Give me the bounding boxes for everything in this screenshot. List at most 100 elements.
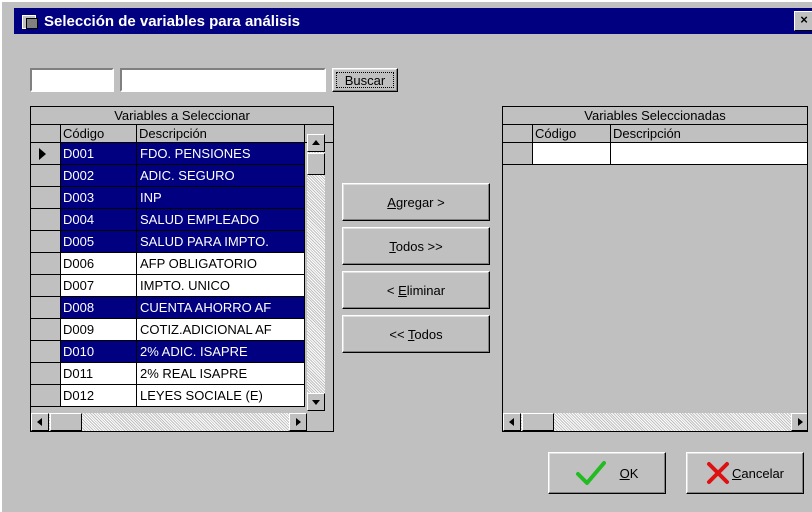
table-row[interactable]: D012 LEYES SOCIALE (E): [31, 385, 305, 407]
table-row[interactable]: D002 ADIC. SEGURO: [31, 165, 305, 187]
cancel-x-icon: [706, 462, 729, 484]
code-cell[interactable]: D001: [61, 143, 137, 165]
row-selector[interactable]: [503, 143, 533, 165]
row-selector[interactable]: [31, 165, 61, 187]
code-cell[interactable]: D011: [61, 363, 137, 385]
row-selector[interactable]: [31, 297, 61, 319]
search-code-input[interactable]: [30, 68, 114, 92]
row-selector[interactable]: [31, 187, 61, 209]
add-button[interactable]: Agregar >: [342, 183, 490, 221]
code-cell[interactable]: D009: [61, 319, 137, 341]
column-header-description[interactable]: Descripción: [137, 125, 305, 142]
scroll-thumb[interactable]: [307, 153, 325, 175]
window-title: Selección de variables para análisis: [44, 12, 300, 30]
app-icon: [22, 13, 38, 29]
row-selector[interactable]: [31, 363, 61, 385]
description-cell[interactable]: AFP OBLIGATORIO: [137, 253, 305, 275]
vertical-scrollbar[interactable]: [307, 134, 325, 411]
add-all-button[interactable]: Todos >>: [342, 227, 490, 265]
description-cell[interactable]: IMPTO. UNICO: [137, 275, 305, 297]
row-selector[interactable]: [31, 253, 61, 275]
scroll-corner: [307, 413, 333, 431]
description-cell[interactable]: SALUD EMPLEADO: [137, 209, 305, 231]
table-row[interactable]: D001 FDO. PENSIONES: [31, 143, 305, 165]
description-cell[interactable]: 2% ADIC. ISAPRE: [137, 341, 305, 363]
selected-header-row: Código Descripción: [503, 125, 807, 143]
code-cell[interactable]: D007: [61, 275, 137, 297]
code-cell[interactable]: D010: [61, 341, 137, 363]
description-cell[interactable]: 2% REAL ISAPRE: [137, 363, 305, 385]
table-row[interactable]: D004 SALUD EMPLEADO: [31, 209, 305, 231]
scroll-right-button[interactable]: [791, 413, 807, 431]
checkmark-icon: [575, 461, 606, 485]
code-cell[interactable]: D006: [61, 253, 137, 275]
code-cell[interactable]: D005: [61, 231, 137, 253]
ok-button-label: OK: [619, 465, 639, 481]
add-all-button-label: Todos >>: [389, 238, 443, 254]
description-cell[interactable]: CUENTA AHORRO AF: [137, 297, 305, 319]
hscroll-thumb[interactable]: [522, 413, 554, 431]
table-row[interactable]: D003 INP: [31, 187, 305, 209]
scroll-up-button[interactable]: [307, 134, 325, 152]
table-row[interactable]: D007 IMPTO. UNICO: [31, 275, 305, 297]
table-row[interactable]: D010 2% ADIC. ISAPRE: [31, 341, 305, 363]
search-description-input[interactable]: [120, 68, 326, 92]
cancel-button[interactable]: Cancelar: [686, 452, 804, 494]
code-cell[interactable]: D002: [61, 165, 137, 187]
description-cell[interactable]: ADIC. SEGURO: [137, 165, 305, 187]
table-row[interactable]: D008 CUENTA AHORRO AF: [31, 297, 305, 319]
dialog-window: Selección de variables para análisis × B…: [0, 0, 812, 512]
hscroll-thumb[interactable]: [50, 413, 82, 431]
available-rows: D001 FDO. PENSIONES D002 ADIC. SEGURO D003 IN…: [31, 143, 305, 411]
search-button-label: Buscar: [344, 72, 386, 88]
horizontal-scrollbar[interactable]: [31, 413, 307, 431]
empty-code-cell[interactable]: [533, 143, 611, 165]
row-selector-header: [503, 125, 533, 142]
row-selector[interactable]: [31, 143, 61, 165]
row-selector[interactable]: [31, 385, 61, 407]
table-row[interactable]: [503, 143, 807, 165]
empty-description-cell[interactable]: [611, 143, 807, 165]
column-header-code[interactable]: Código: [533, 125, 611, 142]
row-selector[interactable]: [31, 231, 61, 253]
row-selector[interactable]: [31, 209, 61, 231]
code-cell[interactable]: D003: [61, 187, 137, 209]
horizontal-scrollbar[interactable]: [503, 413, 807, 431]
scroll-left-button[interactable]: [31, 413, 49, 431]
table-row[interactable]: D009 COTIZ.ADICIONAL AF: [31, 319, 305, 341]
available-header-row: Código Descripción: [31, 125, 333, 143]
column-header-code[interactable]: Código: [61, 125, 137, 142]
table-row[interactable]: D011 2% REAL ISAPRE: [31, 363, 305, 385]
remove-all-button-label: << Todos: [389, 326, 443, 342]
current-row-arrow-icon: [39, 148, 46, 160]
close-button[interactable]: ×: [794, 11, 812, 31]
table-row[interactable]: D006 AFP OBLIGATORIO: [31, 253, 305, 275]
row-selector[interactable]: [31, 275, 61, 297]
code-cell[interactable]: D004: [61, 209, 137, 231]
description-cell[interactable]: INP: [137, 187, 305, 209]
row-selector[interactable]: [31, 341, 61, 363]
description-cell[interactable]: COTIZ.ADICIONAL AF: [137, 319, 305, 341]
description-cell[interactable]: FDO. PENSIONES: [137, 143, 305, 165]
remove-all-button[interactable]: << Todos: [342, 315, 490, 353]
code-cell[interactable]: D012: [61, 385, 137, 407]
selected-variables-caption: Variables Seleccionadas: [503, 107, 807, 125]
search-button[interactable]: Buscar: [332, 68, 398, 92]
scroll-right-button[interactable]: [289, 413, 307, 431]
scroll-left-button[interactable]: [503, 413, 521, 431]
scroll-down-button[interactable]: [307, 393, 325, 411]
selected-variables-grid: Variables Seleccionadas Código Descripci…: [502, 106, 808, 432]
row-selector-header: [31, 125, 61, 142]
code-cell[interactable]: D008: [61, 297, 137, 319]
description-cell[interactable]: LEYES SOCIALE (E): [137, 385, 305, 407]
row-selector[interactable]: [31, 319, 61, 341]
ok-button[interactable]: OK: [548, 452, 666, 494]
table-row[interactable]: D005 SALUD PARA IMPTO.: [31, 231, 305, 253]
remove-button-label: < Eliminar: [386, 282, 446, 298]
title-bar[interactable]: Selección de variables para análisis ×: [14, 8, 812, 34]
description-cell[interactable]: SALUD PARA IMPTO.: [137, 231, 305, 253]
remove-button[interactable]: < Eliminar: [342, 271, 490, 309]
cancel-button-label: Cancelar: [731, 465, 785, 481]
column-header-description[interactable]: Descripción: [611, 125, 807, 142]
available-variables-grid: Variables a Seleccionar Código Descripci…: [30, 106, 334, 432]
